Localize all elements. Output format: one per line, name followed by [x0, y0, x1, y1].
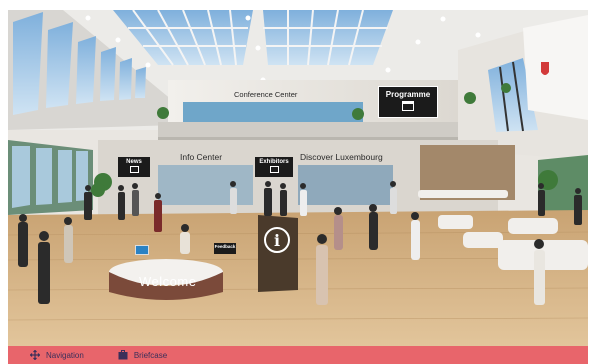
- news-sign[interactable]: News: [118, 157, 150, 177]
- virtual-lobby-app: Conference Center Programme News Info Ce…: [0, 0, 596, 364]
- briefcase-icon: [118, 350, 128, 360]
- discover-luxembourg-label[interactable]: Discover Luxembourg: [300, 152, 383, 162]
- exhibitors-sign[interactable]: Exhibitors: [255, 157, 293, 177]
- lion-emblem-icon: [541, 62, 549, 75]
- programme-sign[interactable]: Programme: [378, 86, 438, 118]
- programme-label: Programme: [385, 90, 431, 99]
- info-center-label[interactable]: Info Center: [180, 152, 222, 162]
- feedback-label: Feedback: [214, 244, 236, 249]
- move-arrows-icon: [30, 350, 40, 360]
- conference-center-label[interactable]: Conference Center: [234, 90, 297, 99]
- monitor-icon[interactable]: [135, 245, 149, 255]
- news-label: News: [126, 159, 142, 165]
- booth-icon: [269, 166, 279, 173]
- calendar-icon: [402, 101, 414, 111]
- info-kiosk-icon[interactable]: i: [264, 227, 290, 253]
- newspaper-icon: [129, 166, 139, 173]
- lobby-3d-scene[interactable]: Conference Center Programme News Info Ce…: [8, 10, 588, 346]
- feedback-sign[interactable]: Feedback: [214, 243, 236, 254]
- navigation-button[interactable]: Navigation: [30, 350, 84, 360]
- welcome-desk-text: Welcome: [139, 274, 197, 289]
- briefcase-button[interactable]: Briefcase: [118, 350, 167, 360]
- briefcase-label: Briefcase: [133, 350, 168, 360]
- navigation-label: Navigation: [46, 350, 84, 360]
- bottom-toolbar: Navigation Briefcase: [8, 346, 588, 364]
- exhibitors-label: Exhibitors: [259, 159, 289, 165]
- luxembourg-logo: [538, 60, 552, 80]
- lobby-illustration: [8, 10, 588, 346]
